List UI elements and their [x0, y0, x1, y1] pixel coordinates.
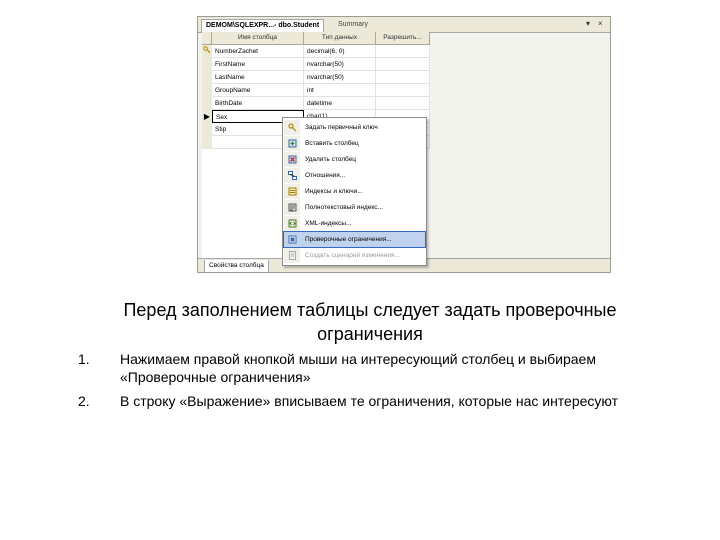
tab-summary[interactable]: Summary [334, 19, 372, 31]
header-data-type: Тип данных [304, 32, 376, 44]
table-row[interactable]: BirthDate datetime [202, 97, 430, 110]
delete-column-icon [288, 155, 297, 164]
step-text: Нажимаем правой кнопкой мыши на интересу… [120, 351, 596, 385]
step-text: В строку «Выражение» вписываем те ограни… [120, 393, 619, 409]
menu-item-label: Индексы и ключи... [305, 188, 363, 195]
row-selector[interactable] [202, 71, 212, 84]
close-icon[interactable]: × [598, 19, 603, 29]
menu-item-indexes-keys[interactable]: Индексы и ключи... [284, 184, 425, 199]
indexes-icon [288, 187, 297, 196]
grid-header: Имя столбца Тип данных Разрешить... [202, 32, 430, 45]
table-row[interactable]: GroupName int [202, 84, 430, 97]
menu-item-check-constraints[interactable]: Проверочные ограничения... [283, 231, 426, 248]
list-item: 1. Нажимаем правой кнопкой мыши на интер… [78, 350, 638, 386]
slide-caption: Перед заполнением таблицы следует задать… [123, 300, 617, 344]
context-menu: Задать первичный ключ Вставить столбец У… [282, 117, 427, 266]
allow-nulls-cell [376, 58, 430, 71]
row-selector[interactable] [202, 123, 212, 136]
key-icon [288, 123, 297, 132]
menu-item-insert-column[interactable]: Вставить столбец [284, 136, 425, 151]
allow-nulls-cell [376, 84, 430, 97]
menu-item-label: Полнотекстовый индекс... [305, 204, 383, 211]
check-constraints-icon [288, 235, 297, 244]
column-name-cell[interactable]: BirthDate [212, 97, 304, 110]
menu-item-label: Задать первичный ключ [305, 124, 378, 131]
allow-nulls-cell [376, 97, 430, 110]
column-name-cell[interactable]: NumberZachet [212, 45, 304, 58]
row-selector[interactable] [202, 136, 212, 149]
menu-item-relationships[interactable]: Отношения... [284, 168, 425, 183]
step-number: 2. [78, 393, 90, 409]
data-type-cell[interactable]: nvarchar(50) [304, 58, 376, 71]
menu-item-label: Удалить столбец [305, 156, 357, 163]
menu-item-label: Вставить столбец [305, 140, 359, 147]
menu-item-fulltext-index[interactable]: Полнотекстовый индекс... [284, 200, 425, 215]
menu-item-label: Отношения... [305, 172, 346, 179]
data-type-cell[interactable]: decimal(6, 0) [304, 45, 376, 58]
menu-item-label: Проверочные ограничения... [305, 236, 392, 243]
document-tab-bar: DEMOM\SQLEXPR...- dbo.Student Summary ▾ … [198, 17, 610, 33]
menu-item-set-primary-key[interactable]: Задать первичный ключ [284, 120, 425, 135]
column-name-cell[interactable]: GroupName [212, 84, 304, 97]
data-type-cell[interactable]: nvarchar(50) [304, 71, 376, 84]
list-item: 2. В строку «Выражение» вписываем те огр… [78, 392, 638, 410]
data-type-cell[interactable]: datetime [304, 97, 376, 110]
row-selector[interactable] [202, 58, 212, 71]
tab-student-table[interactable]: DEMOM\SQLEXPR...- dbo.Student [201, 19, 325, 32]
tab-column-properties[interactable]: Свойства столбца [204, 260, 269, 272]
header-column-name: Имя столбца [212, 32, 304, 44]
fulltext-index-icon [288, 203, 297, 212]
header-allow-nulls: Разрешить... [376, 32, 430, 44]
key-icon [202, 45, 212, 58]
menu-item-xml-indexes[interactable]: XML-индексы... [284, 216, 425, 231]
generate-script-icon [288, 251, 297, 260]
data-type-cell[interactable]: int [304, 84, 376, 97]
step-number: 1. [78, 351, 90, 367]
relationships-icon [288, 171, 297, 180]
steps-list: 1. Нажимаем правой кнопкой мыши на интер… [78, 350, 638, 416]
row-selector[interactable] [202, 97, 212, 110]
dropdown-icon[interactable]: ▾ [586, 19, 590, 29]
row-selector-header [202, 32, 212, 44]
menu-item-generate-change-script: Создать сценарий изменения... [284, 248, 425, 263]
table-row[interactable]: LastName nvarchar(50) [202, 71, 430, 84]
table-row[interactable]: FirstName nvarchar(50) [202, 58, 430, 71]
xml-index-icon [288, 219, 297, 228]
menu-item-label: XML-индексы... [305, 220, 352, 227]
allow-nulls-cell [376, 45, 430, 58]
table-row[interactable]: NumberZachet decimal(6, 0) [202, 45, 430, 58]
column-name-cell[interactable]: LastName [212, 71, 304, 84]
allow-nulls-cell [376, 71, 430, 84]
column-name-cell[interactable]: FirstName [212, 58, 304, 71]
insert-column-icon [288, 139, 297, 148]
menu-item-label: Создать сценарий изменения... [305, 252, 400, 259]
current-row-arrow-icon: ▶ [202, 110, 212, 123]
menu-item-delete-column[interactable]: Удалить столбец [284, 152, 425, 167]
row-selector[interactable] [202, 84, 212, 97]
